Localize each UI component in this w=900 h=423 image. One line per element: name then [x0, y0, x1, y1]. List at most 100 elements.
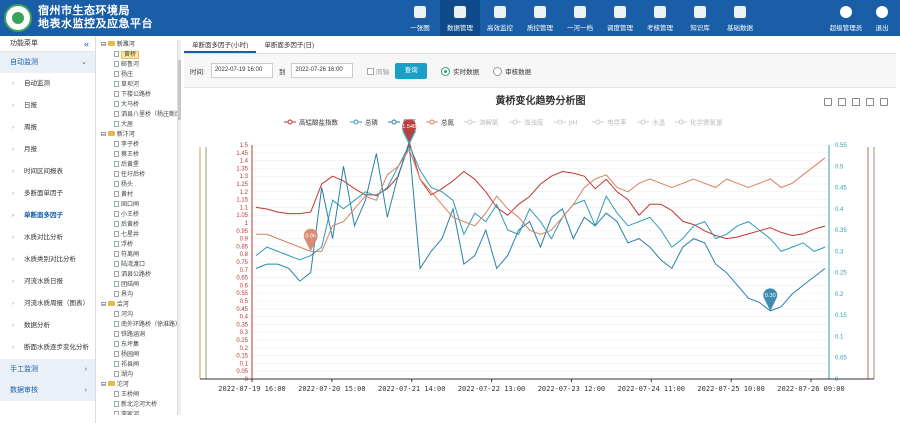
tree-node[interactable]: 东坪集 [98, 340, 177, 350]
book-icon [694, 6, 706, 18]
tree-node[interactable]: 新北沱河大桥 [98, 400, 177, 410]
expand-icon[interactable]: ⊟ [101, 132, 106, 138]
y-left-tick: 0.4 [240, 315, 249, 321]
sidebar-title: 功能菜单 [10, 40, 38, 47]
tree-group-0[interactable]: ⊟ 新濉河 [98, 40, 177, 50]
tree-node[interactable]: 任圩后桥 [98, 170, 177, 180]
nav-item-4[interactable]: 一河一档 [560, 0, 600, 36]
sidebar-item-0-12[interactable]: 断面水质逐步变化分析 [0, 337, 95, 359]
tree-node[interactable]: 杨园闸 [98, 350, 177, 360]
nav-item-7[interactable]: 知识库 [680, 0, 720, 36]
sidebar-item-0-7[interactable]: 水质对比分析 [0, 227, 95, 249]
tree-group-3[interactable]: ⊟ 沱河 [98, 380, 177, 390]
tree-node[interactable]: 泗县公路桥 [98, 270, 177, 280]
nav-label: 一张图 [410, 25, 430, 32]
radio-audit[interactable]: 审核数据 [493, 66, 531, 76]
bar-chart-icon[interactable] [880, 98, 888, 106]
tab-1[interactable]: 单断面多因子(日) [256, 38, 322, 53]
tree-scrollbar[interactable] [178, 40, 181, 415]
sidebar-item-0-1[interactable]: 日报 [0, 95, 95, 117]
sidebar-item-0-0[interactable]: 自动监测 [0, 73, 95, 95]
tree-node[interactable]: 李家河 [98, 410, 177, 415]
expand-icon[interactable]: ⊟ [101, 42, 106, 48]
collapse-icon[interactable]: « [84, 36, 89, 52]
sidebar-item-0-2[interactable]: 周报 [0, 117, 95, 139]
sidebar-item-0-5[interactable]: 多断面单因子 [0, 183, 95, 205]
tree-group-1[interactable]: ⊟ 新汴河 [98, 130, 177, 140]
network-toggle[interactable]: 同轴 [367, 66, 389, 76]
menu-group-2[interactable]: 数据审核 › [0, 380, 95, 401]
tree-node[interactable]: 草坝河 [98, 80, 177, 90]
to-label: 到 [278, 68, 286, 76]
tree-node[interactable]: 南外环路桥（徐淮路） [98, 320, 177, 330]
tree-node[interactable]: 界沟 [98, 290, 177, 300]
sidebar-item-0-3[interactable]: 月报 [0, 139, 95, 161]
radio-realtime[interactable]: 实时数据 [441, 66, 479, 76]
sidebar: 功能菜单 « 自动监测 ⌄ 自动监测日报周报月报时间区间报表多断面单因子单断面多因子… [0, 36, 96, 423]
expand-icon[interactable]: ⊟ [101, 302, 106, 308]
tree-node[interactable]: 湖沟 [98, 370, 177, 380]
tree-node[interactable]: 杨头 [98, 180, 177, 190]
tree-node[interactable]: 黄村 [98, 190, 177, 200]
tree-node[interactable]: 河沟 [98, 310, 177, 320]
sidebar-item-0-8[interactable]: 水质类别对比分析 [0, 249, 95, 271]
end-date-input[interactable]: 2022-07-26 16:00 [291, 63, 354, 78]
tree-node[interactable]: 蔡王桥 [98, 150, 177, 160]
tree-node[interactable]: 泗县八里桥（杨庄断面） [98, 110, 177, 120]
tree-node[interactable]: 陆湾渡口 [98, 260, 177, 270]
tree-node[interactable]: 铁路涵洞 [98, 330, 177, 340]
radio-audit-dot[interactable] [493, 66, 503, 76]
logout-button[interactable]: 退出 [864, 0, 900, 36]
trend-chart: 黄桥变化趋势分析图高锰酸盐指数总磷氨氮总氮溶解氧浊浊度pH电导率水温化学需氧量0… [184, 90, 896, 423]
tree-node[interactable]: 王桥闸 [98, 390, 177, 400]
radio-realtime-dot[interactable] [441, 66, 451, 76]
network-checkbox[interactable] [367, 67, 375, 75]
expand-icon[interactable]: ⊟ [101, 382, 106, 388]
marker-pin [402, 119, 417, 142]
tree-group-2[interactable]: ⊟ 浍河 [98, 300, 177, 310]
sidebar-item-0-9[interactable]: 河流水质日报 [0, 271, 95, 293]
nav-item-5[interactable]: 调度管理 [600, 0, 640, 36]
tree-node[interactable]: 下楼公路桥 [98, 90, 177, 100]
tree-node[interactable]: 后黄桥 [98, 220, 177, 230]
tree-node[interactable]: 七星井 [98, 230, 177, 240]
tree-node[interactable]: 杨庄 [98, 70, 177, 80]
tree-node[interactable]: 小王桥 [98, 210, 177, 220]
tree-node[interactable]: 邮鲁河 [98, 60, 177, 70]
restore-icon[interactable] [838, 98, 846, 106]
nav-item-1[interactable]: 数据管理 [440, 0, 480, 36]
tree-node-label: 河沟 [121, 312, 134, 318]
query-button[interactable]: 查询 [395, 62, 428, 79]
menu-group-1[interactable]: 手工监测 › [0, 359, 95, 380]
marker-pin [303, 228, 318, 252]
sidebar-item-0-6[interactable]: 单断面多因子 [0, 205, 95, 227]
tree-node-label: 邮鲁河 [121, 62, 140, 68]
data-view-icon[interactable] [824, 98, 832, 106]
sidebar-item-0-10[interactable]: 河流水质周报（图表） [0, 293, 95, 315]
tree-node[interactable]: 祁县闸 [98, 360, 177, 370]
sidebar-item-0-11[interactable]: 数据分析 [0, 315, 95, 337]
tree-node[interactable]: 黄桥 [98, 50, 177, 60]
nav-item-6[interactable]: 考核管理 [640, 0, 680, 36]
start-date-input[interactable]: 2022-07-19 16:00 [210, 63, 273, 78]
tree-node[interactable]: 李子桥 [98, 140, 177, 150]
tab-0[interactable]: 单断面多因子(小时) [184, 38, 257, 53]
nav-item-2[interactable]: 高效监控 [480, 0, 520, 36]
tree-node[interactable]: 浮桥 [98, 240, 177, 250]
nav-item-8[interactable]: 基础数据 [720, 0, 760, 36]
tree-node[interactable]: 固口闸 [98, 200, 177, 210]
nav-item-3[interactable]: 质控管理 [520, 0, 560, 36]
tree-node[interactable]: 符离闸 [98, 250, 177, 260]
tree-node[interactable]: 后黄堡 [98, 160, 177, 170]
download-icon[interactable] [852, 98, 860, 106]
tree-node[interactable]: 大马桥 [98, 100, 177, 110]
nav-item-0[interactable]: 一张图 [400, 0, 440, 36]
sidebar-item-0-4[interactable]: 时间区间报表 [0, 161, 95, 183]
file-icon [114, 351, 119, 357]
user-button[interactable]: 超级管理员 [828, 0, 864, 36]
menu-group-0[interactable]: 自动监测 ⌄ [0, 52, 95, 73]
tree-node[interactable]: 团结闸 [98, 280, 177, 290]
file-icon [114, 401, 119, 407]
line-chart-icon[interactable] [866, 98, 874, 106]
tree-node[interactable]: 大居 [98, 120, 177, 130]
